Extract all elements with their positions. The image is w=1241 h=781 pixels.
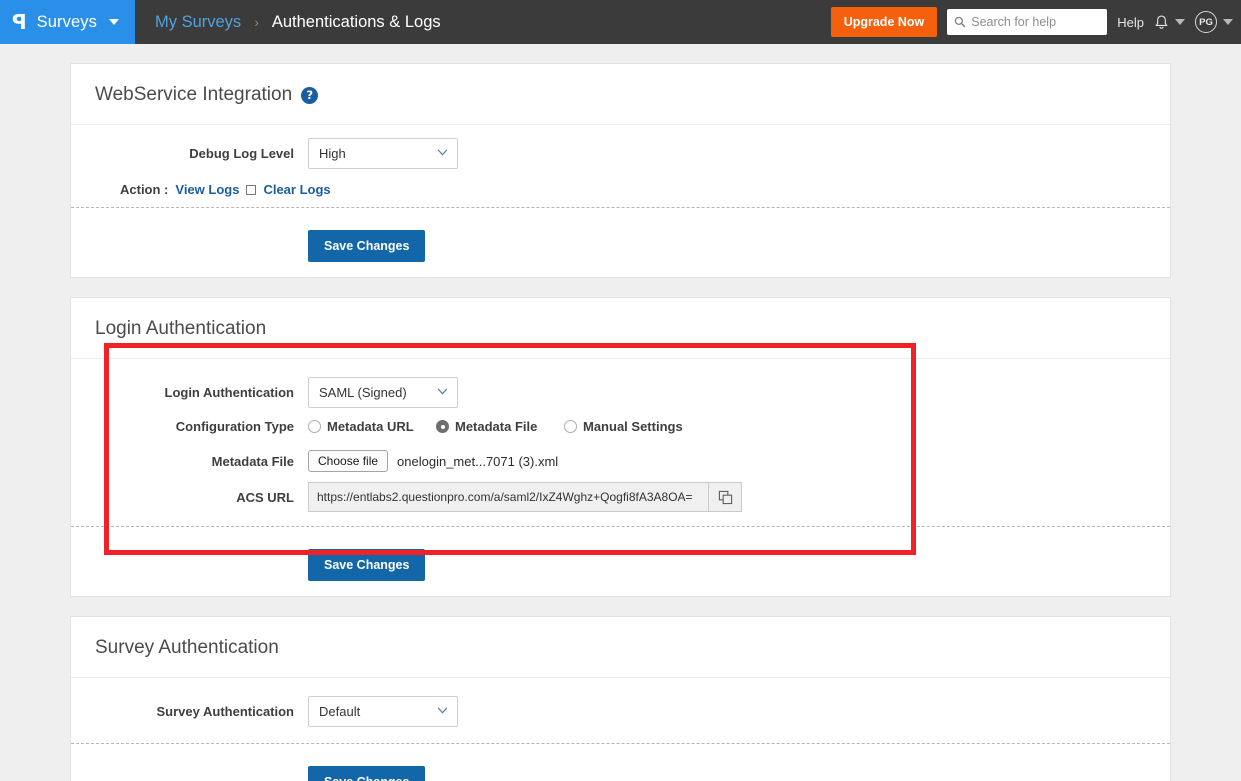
debug-log-level-select-wrapper[interactable]: High	[308, 138, 458, 169]
label-action: Action :	[120, 182, 169, 197]
card-title-login-authentication: Login Authentication	[95, 318, 267, 339]
chevron-down-icon[interactable]	[1223, 19, 1233, 25]
chevron-down-icon	[108, 19, 119, 25]
label-configuration-type: Configuration Type	[175, 419, 294, 434]
label-metadata-file: Metadata File	[211, 453, 294, 469]
breadcrumb-link-my-surveys[interactable]: My Surveys	[155, 13, 241, 32]
label-login-authentication: Login Authentication	[164, 385, 295, 400]
breadcrumb: My Surveys › Authentications & Logs	[135, 0, 441, 44]
radio-label: Metadata File	[455, 419, 538, 434]
card-header: Survey Authentication	[71, 617, 1170, 678]
divider	[71, 207, 1170, 208]
help-icon[interactable]: ?	[301, 86, 319, 104]
label-acs-url: ACS URL	[236, 489, 294, 505]
card-header: Login Authentication	[71, 298, 1170, 359]
breadcrumb-separator-icon: ›	[254, 14, 259, 30]
card-survey-authentication: Survey Authentication Survey Authenticat…	[70, 616, 1171, 781]
choose-file-button[interactable]: Choose file	[308, 450, 389, 472]
brand-label: Surveys	[36, 12, 97, 31]
card-body: Survey Authentication Default	[71, 678, 1170, 753]
radio-icon[interactable]	[564, 420, 577, 433]
card-footer: Save Changes	[71, 217, 1170, 277]
radio-label: Manual Settings	[583, 419, 683, 434]
notifications-group[interactable]	[1154, 14, 1185, 31]
search-help-container[interactable]	[947, 9, 1108, 35]
top-bar-right-controls: Upgrade Now Help PG	[830, 0, 1233, 44]
card-body: Login Authentication SAML (Signed) Confi…	[71, 359, 1170, 536]
card-login-authentication: Login Authentication Login Authenticatio…	[70, 297, 1171, 597]
help-link[interactable]: Help	[1117, 15, 1144, 30]
card-title-survey-authentication: Survey Authentication	[95, 637, 279, 658]
radio-metadata-file[interactable]: Metadata File	[436, 419, 564, 434]
avatar[interactable]: PG	[1195, 11, 1217, 33]
configuration-type-radio-group: Metadata URL Metadata File Manual Settin…	[308, 419, 683, 434]
divider	[71, 743, 1170, 744]
view-logs-link[interactable]: View Logs	[175, 182, 239, 197]
login-authentication-select-wrapper[interactable]: SAML (Signed)	[308, 377, 458, 408]
chosen-file-name: onelogin_met...7071 (3).xml	[397, 453, 559, 469]
radio-icon[interactable]	[308, 420, 321, 433]
copy-acs-url-button[interactable]	[708, 482, 742, 512]
clear-logs-link[interactable]: Clear Logs	[263, 182, 330, 197]
questionpro-logo-icon: P	[12, 10, 27, 34]
label-debug-log-level: Debug Log Level	[189, 146, 294, 161]
brand-surveys-menu[interactable]: P Surveys	[0, 0, 135, 44]
row-acs-url: ACS URL	[95, 482, 1146, 512]
card-footer: Save Changes	[71, 753, 1170, 781]
card-header: WebService Integration ?	[71, 64, 1170, 125]
row-survey-authentication: Survey Authentication Default	[95, 696, 1146, 727]
file-chooser: Choose file onelogin_met...7071 (3).xml	[308, 450, 558, 472]
bell-icon[interactable]	[1154, 14, 1169, 31]
save-changes-button-login-auth[interactable]: Save Changes	[308, 549, 426, 581]
debug-log-level-select[interactable]: High	[308, 138, 458, 169]
acs-url-input[interactable]	[308, 482, 708, 512]
radio-label: Metadata URL	[327, 419, 414, 434]
clear-logs-checkbox[interactable]	[246, 184, 257, 195]
divider	[71, 526, 1170, 527]
card-footer: Save Changes	[71, 536, 1170, 596]
user-account-group[interactable]: PG	[1195, 11, 1233, 33]
page-content: WebService Integration ? Debug Log Level…	[0, 44, 1241, 781]
search-icon	[955, 16, 966, 28]
copy-icon	[718, 490, 732, 504]
radio-manual-settings[interactable]: Manual Settings	[564, 419, 683, 434]
upgrade-now-button[interactable]: Upgrade Now	[830, 7, 938, 37]
radio-metadata-url[interactable]: Metadata URL	[308, 419, 436, 434]
card-title-webservice: WebService Integration	[95, 84, 293, 105]
page-title: Authentications & Logs	[271, 12, 441, 31]
search-input[interactable]	[947, 9, 1108, 35]
top-navigation-bar: P Surveys My Surveys › Authentications &…	[0, 0, 1241, 44]
survey-authentication-select-wrapper[interactable]: Default	[308, 696, 458, 727]
radio-icon-selected[interactable]	[436, 420, 449, 433]
acs-url-field-group	[308, 482, 742, 512]
card-webservice-integration: WebService Integration ? Debug Log Level…	[70, 63, 1171, 278]
survey-authentication-select[interactable]: Default	[308, 696, 458, 727]
row-metadata-file: Metadata File Choose file onelogin_met..…	[95, 450, 1146, 472]
login-authentication-select[interactable]: SAML (Signed)	[308, 377, 458, 408]
row-debug-log-level: Debug Log Level High	[95, 138, 1146, 169]
row-login-authentication: Login Authentication SAML (Signed)	[95, 377, 1146, 408]
save-changes-button-webservice[interactable]: Save Changes	[308, 230, 426, 262]
chevron-down-icon[interactable]	[1175, 19, 1185, 25]
label-survey-authentication: Survey Authentication	[156, 704, 294, 719]
row-log-actions: Action : View Logs Clear Logs	[95, 180, 1146, 207]
row-configuration-type: Configuration Type Metadata URL Metadata…	[95, 419, 1146, 434]
save-changes-button-survey-auth[interactable]: Save Changes	[308, 766, 426, 781]
card-body: Debug Log Level High Action : View Logs …	[71, 125, 1170, 217]
